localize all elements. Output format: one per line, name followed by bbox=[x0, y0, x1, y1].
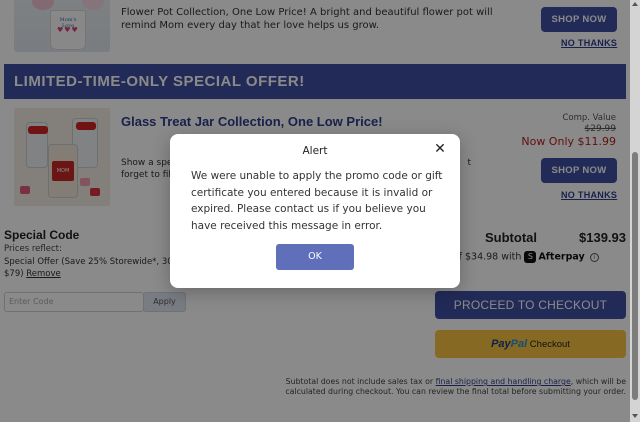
alert-title: Alert bbox=[302, 145, 328, 157]
close-icon[interactable]: ✕ bbox=[433, 142, 447, 156]
alert-message: We were unable to apply the promo code o… bbox=[191, 170, 443, 232]
ok-button[interactable]: OK bbox=[276, 244, 354, 270]
page-scrollbar[interactable] bbox=[630, 0, 640, 422]
scroll-down-icon[interactable] bbox=[632, 414, 638, 418]
scroll-up-icon[interactable] bbox=[632, 2, 638, 6]
cart-page: Mom's Love ♥♥♥ Flower Pot Collection, On… bbox=[0, 0, 630, 422]
scrollbar-thumb[interactable] bbox=[632, 152, 638, 400]
alert-dialog: Alert ✕ We were unable to apply the prom… bbox=[170, 134, 460, 288]
